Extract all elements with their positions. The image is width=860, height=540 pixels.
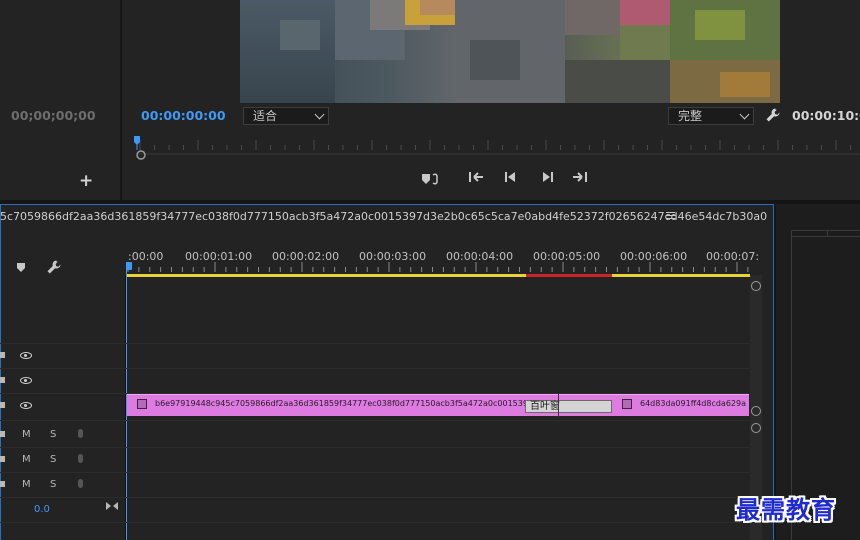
clip-name: b6e97919448c945c7059866df2aa36d361859f34…	[155, 399, 528, 408]
program-duration-timecode: 00:00:10:0	[792, 108, 860, 123]
source-timecode[interactable]: 00;00;00;00	[11, 108, 96, 123]
go-to-out-icon[interactable]	[570, 170, 590, 188]
video-clip[interactable]: b6e97919448c945c7059866df2aa36d361859f34…	[127, 394, 749, 416]
render-bar-yellow	[612, 274, 750, 277]
eye-icon[interactable]	[20, 377, 32, 384]
fx-icon	[622, 399, 632, 409]
microphone-icon[interactable]	[78, 429, 83, 438]
program-current-timecode[interactable]: 00:00:00:00	[141, 108, 226, 123]
chevron-down-icon	[739, 109, 750, 120]
marker-icon[interactable]	[421, 170, 441, 188]
clip-name: 64d83da091ff4d8cda629a	[640, 399, 747, 408]
sync-lock-icon[interactable]	[0, 352, 5, 358]
step-forward-icon[interactable]	[537, 170, 557, 188]
edit-point-line	[558, 394, 559, 417]
solo-button[interactable]: S	[50, 429, 56, 440]
wrench-icon[interactable]	[765, 107, 781, 126]
watermark-logo: 最需教育	[736, 495, 836, 524]
track-divider	[0, 368, 750, 369]
timeline-settings-icon[interactable]	[46, 259, 62, 278]
add-marker-icon[interactable]	[16, 262, 26, 276]
playback-resolution-dropdown[interactable]: 完整	[668, 107, 754, 125]
track-divider	[0, 522, 750, 523]
mute-button[interactable]: M	[22, 479, 31, 490]
mute-button[interactable]: M	[22, 429, 31, 440]
render-bar-yellow	[126, 274, 526, 277]
video-preview	[240, 0, 780, 103]
transition-blinds[interactable]: 百叶窗	[525, 400, 612, 413]
sync-lock-icon[interactable]	[0, 456, 5, 462]
zoom-level-dropdown[interactable]: 适合	[243, 107, 329, 125]
microphone-icon[interactable]	[78, 454, 83, 463]
step-back-icon[interactable]	[501, 170, 521, 188]
master-volume-value[interactable]: 0.0	[34, 504, 50, 515]
microphone-icon[interactable]	[78, 479, 83, 488]
go-to-in-icon[interactable]	[466, 170, 486, 188]
track-divider	[0, 472, 750, 473]
solo-button[interactable]: S	[50, 454, 56, 465]
zoom-level-value: 适合	[253, 109, 278, 123]
source-monitor-panel: 00;00;00;00 +	[0, 0, 120, 200]
chevron-down-icon	[314, 109, 325, 120]
transition-label: 百叶窗	[530, 401, 560, 412]
scroll-handle[interactable]	[751, 406, 761, 416]
eye-icon[interactable]	[20, 402, 32, 409]
track-divider	[0, 420, 750, 421]
add-button[interactable]: +	[79, 171, 93, 191]
track-divider	[0, 343, 750, 344]
sync-lock-icon[interactable]	[0, 481, 5, 487]
sequence-tab-title[interactable]: 5c7059866df2aa36d361859f34777ec038f0d777…	[0, 210, 767, 223]
sync-lock-icon[interactable]	[0, 377, 5, 383]
track-header-divider	[125, 275, 126, 540]
bowtie-icon[interactable]	[106, 501, 118, 514]
track-divider	[0, 447, 750, 448]
scroll-handle[interactable]	[751, 281, 761, 291]
program-time-ruler[interactable]	[132, 136, 860, 160]
sync-lock-icon[interactable]	[0, 431, 5, 437]
scroll-handle[interactable]	[751, 423, 761, 433]
eye-icon[interactable]	[20, 352, 32, 359]
sync-lock-icon[interactable]	[0, 402, 5, 408]
solo-button[interactable]: S	[50, 479, 56, 490]
track-divider	[0, 497, 750, 498]
mute-button[interactable]: M	[22, 454, 31, 465]
fx-icon	[137, 399, 147, 409]
render-bar-red	[526, 274, 612, 277]
panel-menu-icon[interactable]	[666, 212, 675, 219]
timeline-time-ruler[interactable]	[126, 262, 752, 278]
playback-resolution-value: 完整	[678, 109, 703, 123]
